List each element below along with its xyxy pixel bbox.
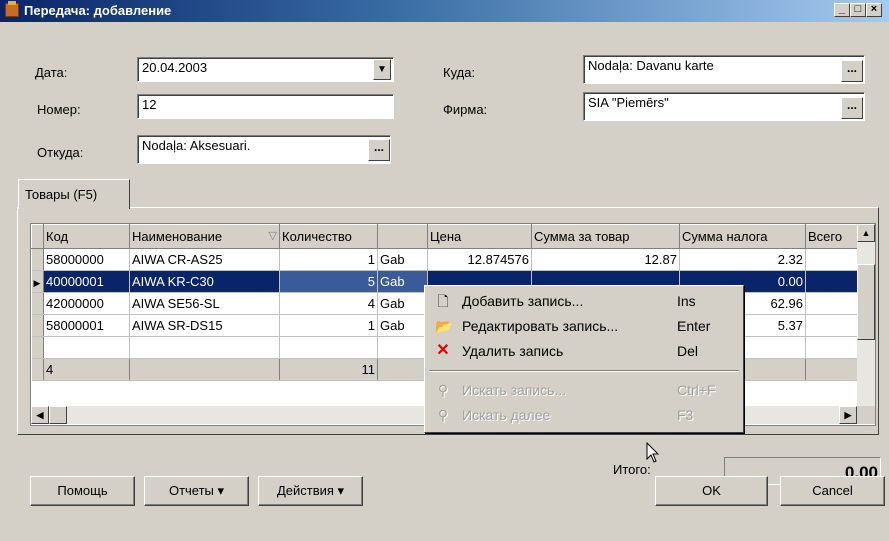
horizontal-scroll-thumb[interactable] [49, 406, 67, 424]
firm-label: Фирма: [443, 102, 488, 117]
delete-x-icon: ✕ [436, 342, 450, 359]
menu-item-shortcut: F3 [677, 407, 694, 423]
cell-unit: Gab [377, 248, 428, 271]
cell-qty: 4 [279, 292, 378, 315]
footer-count: 4 [43, 358, 130, 381]
cell-code: 42000000 [43, 292, 130, 315]
firm-field[interactable]: SIA "Piemērs" [583, 92, 865, 121]
menu-item-shortcut: Ctrl+F [677, 382, 716, 398]
cell-qty[interactable]: 5 [279, 270, 378, 293]
col-header-price[interactable]: Цена [427, 224, 532, 249]
cell-name: AIWA CR-AS25 [129, 248, 280, 271]
row-indicator [31, 248, 44, 271]
row-indicator [31, 336, 44, 359]
vertical-scrollbar[interactable]: ▲ [857, 224, 875, 406]
table-row[interactable]: 58000000 AIWA CR-AS25 1 Gab 12.874576 12… [31, 248, 866, 271]
from-ellipsis-button[interactable]: ... [368, 139, 390, 161]
title-bar[interactable]: Передача: добавление _ □ × [0, 0, 889, 22]
col-header-tax[interactable]: Сумма налога [679, 224, 806, 249]
cell-qty: 1 [279, 314, 378, 337]
col-header-qty[interactable]: Количество [279, 224, 378, 249]
reports-button[interactable]: Отчеты ▾ [144, 476, 249, 506]
current-row-arrow-icon: ▶ [33, 278, 41, 288]
vertical-scroll-thumb[interactable] [857, 264, 875, 340]
menu-item-edit-record[interactable]: 📂 Редактировать запись... Enter [427, 314, 739, 338]
number-label: Номер: [37, 102, 81, 117]
footer-indicator-cell [31, 358, 44, 381]
cell-qty: 1 [279, 248, 378, 271]
actions-button[interactable]: Действия ▾ [258, 476, 363, 506]
cancel-button[interactable]: Cancel [780, 476, 885, 506]
menu-item-shortcut: Ins [677, 293, 696, 309]
menu-item-label: Искать запись... [462, 382, 567, 398]
menu-item-shortcut: Enter [677, 318, 711, 334]
scroll-left-arrow-icon[interactable]: ◀ [31, 406, 49, 424]
to-label: Куда: [443, 65, 476, 80]
col-header-unit[interactable] [377, 224, 428, 249]
menu-item-add-record[interactable]: 🗋 Добавить запись... Ins [427, 289, 739, 313]
row-indicator [31, 292, 44, 315]
cell-code: 40000001 [43, 270, 130, 293]
minimize-button[interactable]: _ [834, 3, 850, 17]
scrollbar-corner [857, 406, 875, 424]
firm-ellipsis-button[interactable]: ... [841, 97, 863, 119]
ok-button[interactable]: OK [655, 476, 768, 506]
scroll-up-arrow-icon[interactable]: ▲ [857, 224, 875, 242]
cell-unit: Gab [377, 270, 428, 293]
col-header-name[interactable]: Наименование ▽ [129, 224, 280, 249]
menu-item-shortcut: Del [677, 343, 699, 359]
col-header-name-label: Наименование [132, 229, 223, 244]
date-dropdown-button[interactable]: ▼ [373, 59, 391, 80]
cell-name: AIWA SR-DS15 [129, 314, 280, 337]
cell-price: 12.874576 [427, 248, 532, 271]
menu-item-label: Удалить запись [462, 343, 564, 359]
cell-sum: 12.87 [531, 248, 680, 271]
app-icon [5, 1, 19, 17]
cell-name: AIWA SE56-SL [129, 292, 280, 315]
col-header-sum[interactable]: Сумма за товар [531, 224, 680, 249]
window-title: Передача: добавление [24, 3, 172, 18]
cell-code: 58000000 [43, 248, 130, 271]
header-indicator-cell [31, 224, 44, 249]
menu-item-label: Искать далее [462, 407, 551, 423]
cell-unit: Gab [377, 292, 428, 315]
cell-code: 58000001 [43, 314, 130, 337]
sort-icon: ▽ [268, 230, 277, 242]
row-indicator-current: ▶ [31, 270, 44, 293]
open-folder-icon: 📂 [435, 318, 453, 334]
menu-item-label: Добавить запись... [462, 293, 584, 309]
context-menu: 🗋 Добавить запись... Ins 📂 Редактировать… [424, 285, 744, 433]
close-button[interactable]: × [866, 3, 882, 17]
total-label: Итого: [613, 462, 651, 477]
to-field[interactable]: Nodaļa: Davanu karte [583, 55, 865, 84]
menu-item-delete-record[interactable]: ✕ Удалить запись Del [427, 339, 739, 363]
tab-goods[interactable]: Товары (F5) [18, 179, 130, 209]
from-label: Откуда: [37, 145, 84, 160]
maximize-button[interactable]: □ [850, 3, 866, 17]
to-ellipsis-button[interactable]: ... [841, 60, 863, 82]
new-document-icon: 🗋 [437, 293, 449, 309]
grid-header-row: Код Наименование ▽ Количество Цена Сумма… [31, 224, 866, 249]
footer-qty-total: 11 [279, 358, 378, 381]
cell-name: AIWA KR-C30 [129, 270, 280, 293]
date-field[interactable]: 20.04.2003 [137, 57, 394, 82]
row-indicator [31, 314, 44, 337]
mouse-cursor-icon [646, 442, 660, 463]
scroll-right-arrow-icon[interactable]: ▶ [839, 406, 857, 424]
col-header-code[interactable]: Код [43, 224, 130, 249]
from-field[interactable]: Nodaļa: Aksesuari. [137, 135, 391, 164]
menu-item-find-next[interactable]: ⚲ Искать далее F3 [427, 403, 739, 427]
menu-item-label: Редактировать запись... [462, 318, 619, 334]
menu-item-find-record[interactable]: ⚲ Искать запись... Ctrl+F [427, 378, 739, 402]
menu-separator [429, 370, 739, 372]
number-field[interactable]: 12 [137, 94, 394, 119]
find-next-icon: ⚲ [437, 407, 449, 423]
help-button[interactable]: Помощь [30, 476, 135, 506]
footer-name-cell [129, 358, 280, 381]
cell-tax: 2.32 [679, 248, 806, 271]
binoculars-icon: ⚲ [437, 382, 449, 398]
cell-unit: Gab [377, 314, 428, 337]
date-label: Дата: [35, 65, 68, 80]
